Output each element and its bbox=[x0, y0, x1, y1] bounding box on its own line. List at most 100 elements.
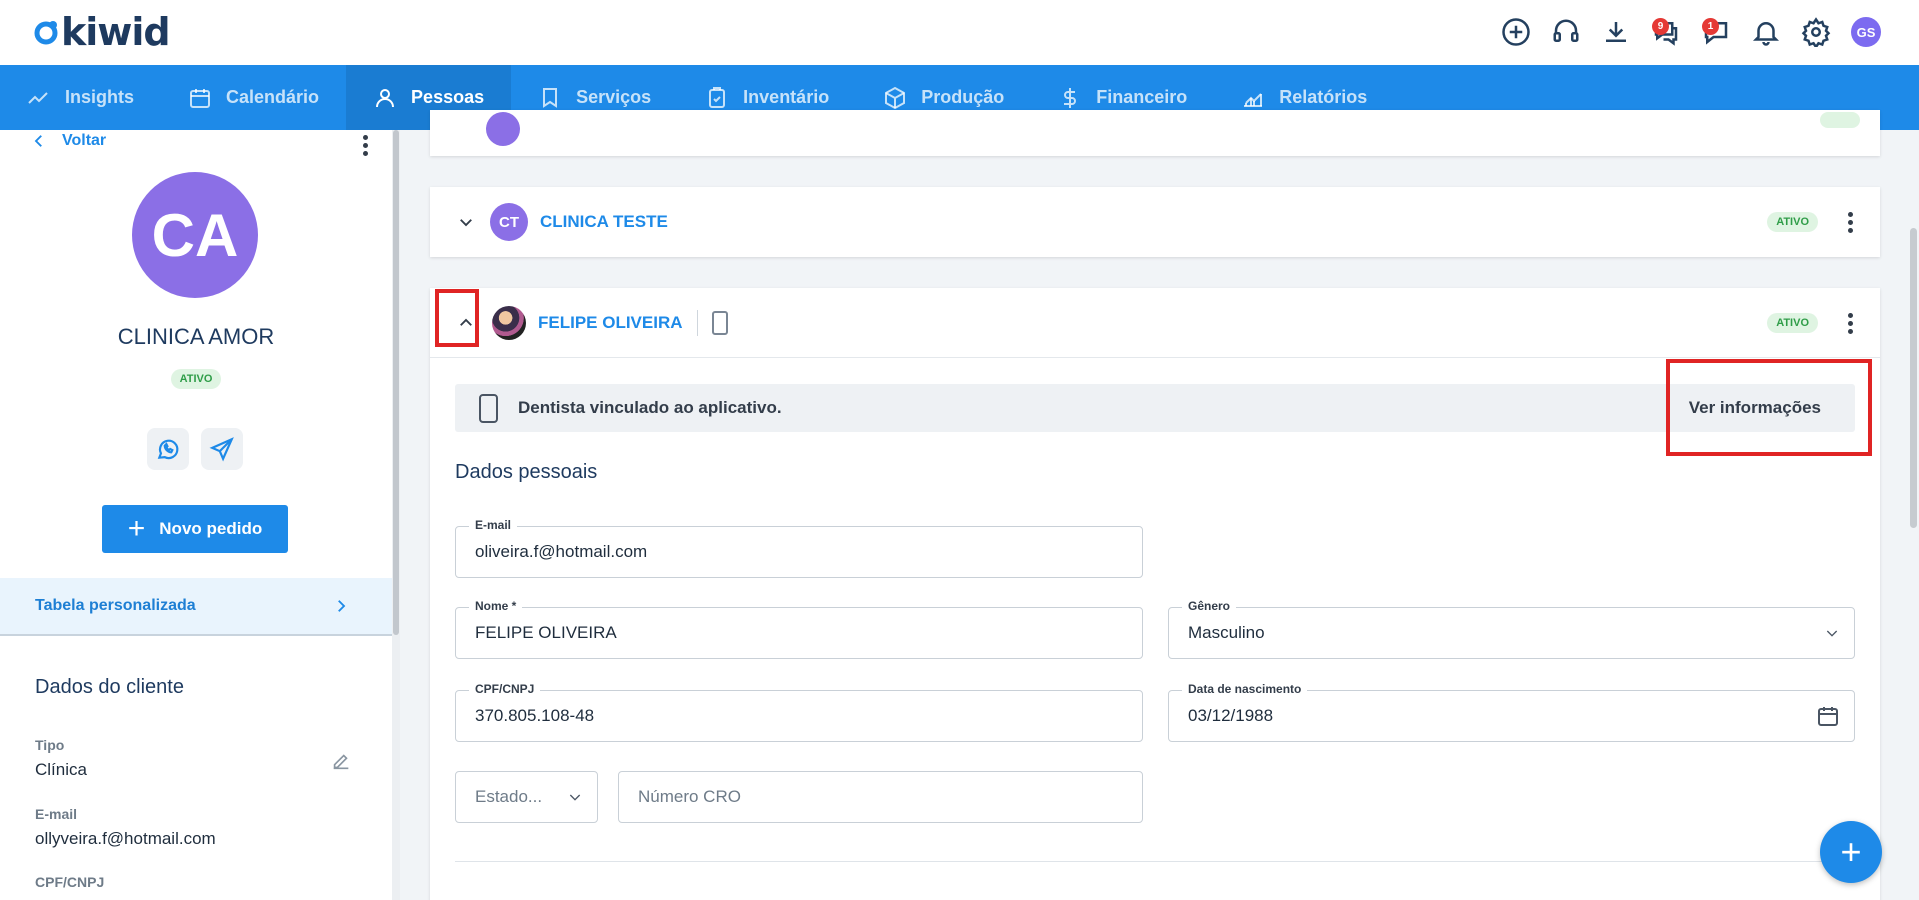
person-name[interactable]: FELIPE OLIVEIRA bbox=[538, 313, 683, 333]
tipo-label: Tipo bbox=[35, 737, 65, 753]
edit-icon[interactable] bbox=[330, 750, 352, 772]
email-value: oliveira.f@hotmail.com bbox=[475, 542, 648, 561]
state-placeholder: Estado... bbox=[475, 787, 543, 806]
box-icon bbox=[885, 86, 906, 109]
download-icon[interactable] bbox=[1591, 13, 1641, 51]
status-badge bbox=[1820, 112, 1860, 128]
view-info-button[interactable]: Ver informações bbox=[1673, 390, 1837, 426]
cro-placeholder: Número CRO bbox=[638, 787, 741, 806]
send-icon bbox=[209, 437, 234, 462]
mobile-icon bbox=[711, 310, 728, 335]
logo-mark-icon bbox=[34, 21, 58, 45]
email-value: ollyveira.f@hotmail.com bbox=[35, 829, 216, 848]
add-icon[interactable] bbox=[1491, 13, 1541, 51]
person-avatar bbox=[486, 112, 520, 146]
content-scrollbar[interactable] bbox=[1908, 130, 1919, 900]
divider bbox=[696, 309, 698, 336]
person-avatar: CT bbox=[490, 203, 528, 241]
whatsapp-icon bbox=[157, 439, 179, 460]
nav-insights[interactable]: Insights bbox=[0, 65, 161, 130]
back-link[interactable]: Voltar bbox=[30, 132, 106, 150]
whatsapp-button[interactable] bbox=[147, 428, 189, 470]
chevron-down-icon bbox=[460, 219, 472, 227]
client-data-title: Dados do cliente bbox=[35, 676, 184, 698]
sidebar-scroll-thumb[interactable] bbox=[393, 130, 399, 635]
bell-icon[interactable] bbox=[1741, 13, 1791, 51]
person-card-partial bbox=[430, 110, 1880, 156]
client-status-badge: ATIVO bbox=[170, 369, 222, 389]
nav-label: Financeiro bbox=[1096, 87, 1188, 107]
app-linked-notice: Dentista vinculado ao aplicativo. Ver in… bbox=[455, 384, 1855, 432]
new-order-label: Novo pedido bbox=[159, 519, 263, 538]
tooth-icon bbox=[543, 87, 558, 108]
gender-select[interactable]: Gênero Masculino bbox=[1168, 599, 1855, 659]
client-avatar: CA bbox=[132, 172, 258, 298]
client-more-icon[interactable] bbox=[355, 135, 375, 156]
back-label: Voltar bbox=[62, 132, 107, 149]
cro-field[interactable]: Número CRO bbox=[618, 771, 1143, 823]
chat-badge: 9 bbox=[1652, 18, 1669, 35]
plus-icon: + bbox=[1840, 831, 1862, 872]
nav-label: Produção bbox=[921, 87, 1005, 107]
status-badge: ATIVO bbox=[1767, 212, 1818, 232]
collapse-button[interactable] bbox=[450, 307, 482, 339]
new-order-button[interactable]: + Novo pedido bbox=[102, 505, 288, 553]
chevron-right-icon bbox=[338, 600, 346, 612]
cpf-label: CPF/CNPJ bbox=[469, 682, 541, 696]
birthdate-field[interactable]: Data de nascimento 03/12/1988 bbox=[1168, 682, 1855, 742]
client-name: CLINICA AMOR bbox=[117, 324, 275, 349]
send-button[interactable] bbox=[201, 428, 243, 470]
message-badge: 1 bbox=[1702, 18, 1719, 35]
section-divider bbox=[455, 861, 1855, 862]
logo-text: kiwid bbox=[61, 10, 171, 54]
headset-icon[interactable] bbox=[1541, 13, 1591, 51]
sidebar-scrollbar[interactable] bbox=[392, 130, 400, 900]
chevron-left-icon bbox=[34, 135, 42, 147]
nav-label: Insights bbox=[65, 87, 135, 107]
custom-table-label: Tabela personalizada bbox=[35, 597, 196, 614]
name-label: Nome * bbox=[469, 599, 523, 613]
state-select[interactable]: Estado... bbox=[455, 771, 598, 823]
birthdate-label: Data de nascimento bbox=[1182, 682, 1308, 696]
cpf-value: 370.805.108-48 bbox=[475, 706, 595, 725]
more-icon[interactable] bbox=[1840, 211, 1860, 233]
birthdate-value: 03/12/1988 bbox=[1188, 706, 1274, 725]
chevron-down-icon bbox=[569, 794, 581, 801]
email-field[interactable]: E-mail oliveira.f@hotmail.com bbox=[455, 518, 1143, 578]
view-info-label: Ver informações bbox=[1688, 398, 1821, 417]
email-label: E-mail bbox=[35, 806, 78, 822]
person-photo bbox=[492, 305, 526, 340]
nav-label: Relatórios bbox=[1279, 87, 1368, 107]
expand-button[interactable] bbox=[450, 206, 482, 238]
gear-icon[interactable] bbox=[1791, 13, 1841, 51]
chat-icon[interactable]: 9 bbox=[1641, 13, 1691, 51]
chart-icon bbox=[1244, 92, 1263, 107]
top-actions: 9 1 GS bbox=[1491, 13, 1891, 51]
more-icon[interactable] bbox=[1840, 312, 1860, 334]
tipo-value: Clínica bbox=[35, 760, 87, 779]
gender-label: Gênero bbox=[1182, 599, 1237, 613]
message-icon[interactable]: 1 bbox=[1691, 13, 1741, 51]
custom-table-link[interactable]: Tabela personalizada bbox=[0, 578, 392, 636]
app-notice-text: Dentista vinculado ao aplicativo. bbox=[518, 398, 782, 417]
content-scroll-thumb[interactable] bbox=[1910, 228, 1917, 528]
person-card-clinica-teste[interactable]: CT CLINICA TESTE ATIVO bbox=[430, 187, 1880, 257]
trend-icon bbox=[28, 91, 48, 104]
calendar-icon[interactable] bbox=[1816, 704, 1840, 728]
kiwid-logo[interactable]: kiwid bbox=[33, 10, 171, 54]
person-name[interactable]: CLINICA TESTE bbox=[540, 212, 668, 232]
user-initials: GS bbox=[1851, 17, 1881, 47]
dollar-icon bbox=[1064, 87, 1077, 108]
personal-data-title: Dados pessoais bbox=[455, 461, 598, 483]
name-field[interactable]: Nome * FELIPE OLIVEIRA bbox=[455, 599, 1143, 659]
nav-calendario[interactable]: Calendário bbox=[161, 65, 346, 130]
clipboard-icon bbox=[709, 86, 726, 108]
email-label: E-mail bbox=[469, 518, 518, 532]
nav-label: Serviços bbox=[576, 87, 652, 107]
cpf-field[interactable]: CPF/CNPJ 370.805.108-48 bbox=[455, 682, 1143, 742]
user-avatar[interactable]: GS bbox=[1841, 13, 1891, 51]
status-badge: ATIVO bbox=[1767, 313, 1818, 333]
nav-label: Calendário bbox=[226, 87, 320, 107]
add-fab-button[interactable]: + bbox=[1820, 821, 1882, 883]
nav-label: Pessoas bbox=[411, 87, 485, 107]
